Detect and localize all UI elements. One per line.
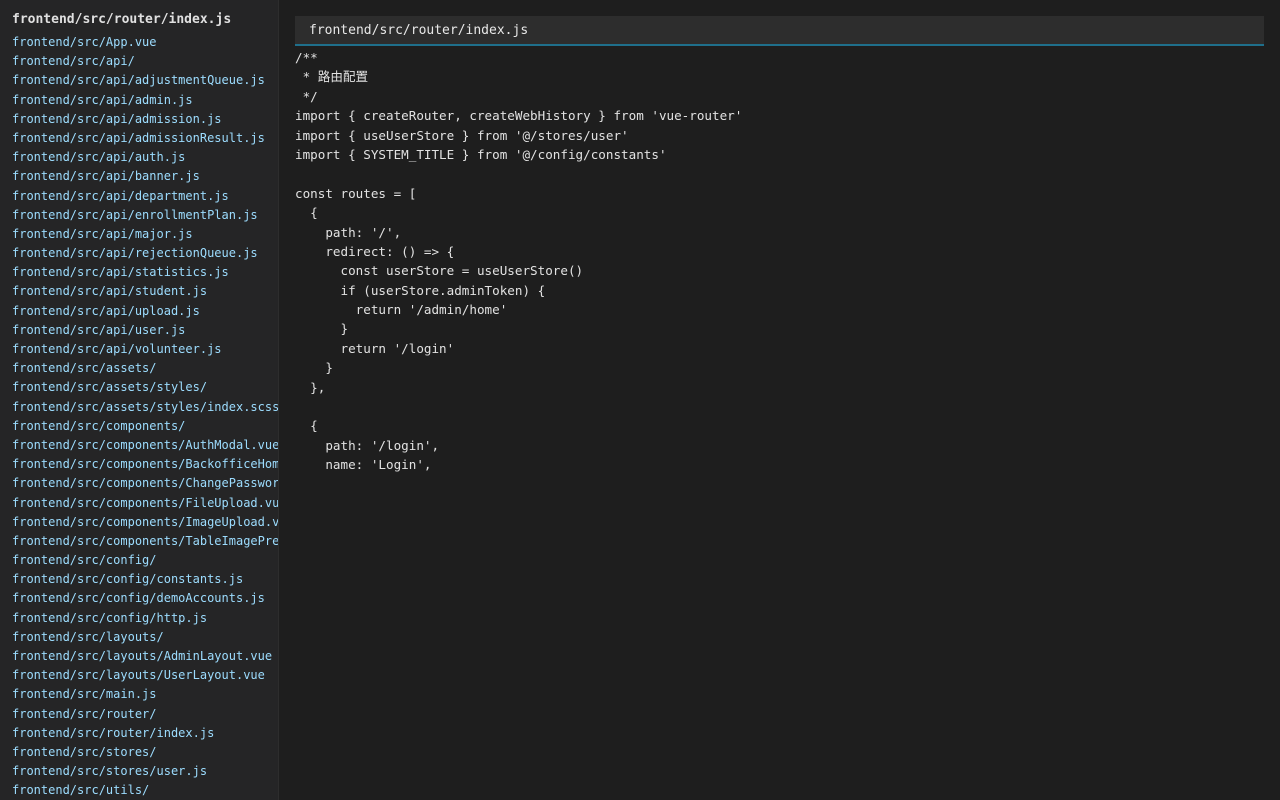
code-view[interactable]: /** * 路由配置 */ import { createRouter, crea… [295,46,1264,475]
file-list-item[interactable]: frontend/src/api/ [12,52,278,71]
code-line: path: '/login', [295,437,440,453]
file-sidebar: frontend/src/router/index.js frontend/sr… [0,0,279,800]
code-line: import { createRouter, createWebHistory … [295,108,743,124]
file-list-item[interactable]: frontend/src/components/ [12,417,278,436]
code-line: const routes = [ [295,185,417,201]
code-line: import { SYSTEM_TITLE } from '@/config/c… [295,146,667,162]
code-line: * 路由配置 [295,69,369,85]
file-list-item[interactable]: frontend/src/components/AuthModal.vue [12,436,278,455]
file-list-item[interactable]: frontend/src/layouts/UserLayout.vue [12,666,278,685]
code-line: if (userStore.adminToken) { [295,282,546,298]
file-list-item[interactable]: frontend/src/assets/styles/index.scss [12,398,278,417]
file-list-item[interactable]: frontend/src/config/constants.js [12,570,278,589]
file-list-item[interactable]: frontend/src/App.vue [12,33,278,52]
file-list-item[interactable]: frontend/src/api/auth.js [12,148,278,167]
editor-pane: frontend/src/router/index.js /** * 路由配置 … [279,0,1280,800]
file-list-item[interactable]: frontend/src/api/statistics.js [12,263,278,282]
file-list-item[interactable]: frontend/src/router/index.js [12,724,278,743]
code-line: name: 'Login', [295,457,432,473]
code-line: /** [295,50,318,65]
code-line: { [295,418,318,434]
file-list-item[interactable]: frontend/src/components/TableImagePre [12,532,278,551]
file-list: frontend/src/App.vue frontend/src/api/fro… [12,33,278,800]
code-line: redirect: () => { [295,243,455,259]
app-layout: frontend/src/router/index.js frontend/sr… [0,0,1280,800]
file-list-item[interactable]: frontend/src/api/banner.js [12,167,278,186]
file-list-item[interactable]: frontend/src/stores/user.js [12,762,278,781]
file-list-item[interactable]: frontend/src/main.js [12,685,278,704]
file-list-item[interactable]: frontend/src/components/ImageUpload.v [12,513,278,532]
file-list-item[interactable]: frontend/src/config/ [12,551,278,570]
file-list-item[interactable]: frontend/src/api/upload.js [12,302,278,321]
file-list-item[interactable]: frontend/src/utils/ [12,781,278,800]
file-list-item[interactable]: frontend/src/router/ [12,705,278,724]
file-list-item[interactable]: frontend/src/components/FileUpload.vu [12,494,278,513]
code-line: { [295,205,318,221]
code-line: return '/admin/home' [295,302,508,318]
file-list-item[interactable]: frontend/src/assets/ [12,359,278,378]
file-list-item[interactable]: frontend/src/layouts/AdminLayout.vue [12,647,278,666]
file-list-item[interactable]: frontend/src/api/rejectionQueue.js [12,244,278,263]
file-list-item[interactable]: frontend/src/config/http.js [12,609,278,628]
file-list-item[interactable]: frontend/src/layouts/ [12,628,278,647]
editor-filename-header: frontend/src/router/index.js [295,16,1264,46]
file-list-item[interactable]: frontend/src/api/user.js [12,321,278,340]
code-line: return '/login' [295,340,455,356]
code-line: } [295,360,333,376]
file-list-item[interactable]: frontend/src/api/major.js [12,225,278,244]
file-list-item[interactable]: frontend/src/config/demoAccounts.js [12,589,278,608]
file-list-item[interactable]: frontend/src/api/admissionResult.js [12,129,278,148]
sidebar-title: frontend/src/router/index.js [12,12,232,27]
file-list-item[interactable]: frontend/src/api/adjustmentQueue.js [12,71,278,90]
code-line: path: '/', [295,224,402,240]
code-line: import { useUserStore } from '@/stores/u… [295,127,629,143]
file-list-item[interactable]: frontend/src/api/enrollmentPlan.js [12,206,278,225]
file-list-item[interactable]: frontend/src/assets/styles/ [12,378,278,397]
file-list-item[interactable]: frontend/src/stores/ [12,743,278,762]
file-list-item[interactable]: frontend/src/api/volunteer.js [12,340,278,359]
file-list-item[interactable]: frontend/src/components/ChangePasswor [12,474,278,493]
code-line: }, [295,379,326,395]
file-list-item[interactable]: frontend/src/api/admission.js [12,110,278,129]
file-list-item[interactable]: frontend/src/api/admin.js [12,91,278,110]
code-line: } [295,321,349,337]
file-list-item[interactable]: frontend/src/components/BackofficeHom [12,455,278,474]
file-list-item[interactable]: frontend/src/api/department.js [12,187,278,206]
file-list-item[interactable]: frontend/src/api/student.js [12,282,278,301]
code-line: const userStore = useUserStore() [295,263,584,279]
code-line: */ [295,88,318,104]
